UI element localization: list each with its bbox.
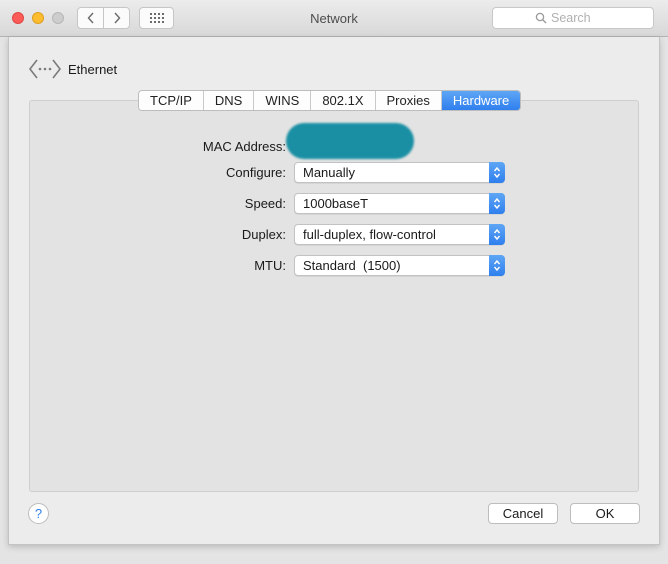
title-bar: Network — [0, 0, 668, 37]
search-input[interactable] — [551, 10, 646, 26]
search-icon — [535, 12, 547, 24]
mac-address-label: MAC Address: — [202, 139, 286, 154]
duplex-label: Duplex: — [241, 227, 286, 242]
speed-value: 1000baseT — [303, 196, 369, 211]
mtu-label: MTU: — [254, 258, 286, 273]
updown-arrows-icon — [489, 255, 505, 276]
interface-name: Ethernet — [68, 62, 118, 77]
mac-address-redaction — [286, 123, 414, 159]
network-sheet: Ethernet TCP/IP DNS WINS 802.1X Proxies … — [8, 37, 660, 545]
tab-wins[interactable]: WINS — [254, 91, 312, 110]
configure-label: Configure: — [226, 165, 286, 180]
help-button[interactable]: ? — [28, 503, 49, 524]
tab-dns[interactable]: DNS — [203, 91, 255, 110]
duplex-value: full-duplex, flow-control — [303, 227, 436, 242]
updown-arrows-icon — [489, 224, 505, 245]
updown-arrows-icon — [489, 162, 505, 183]
updown-arrows-icon — [489, 193, 505, 214]
tab-bar: TCP/IP DNS WINS 802.1X Proxies Hardware — [138, 90, 522, 111]
tab-hardware[interactable]: Hardware — [441, 91, 521, 110]
search-field[interactable] — [492, 7, 654, 29]
tab-tcpip[interactable]: TCP/IP — [139, 91, 204, 110]
tab-proxies[interactable]: Proxies — [375, 91, 442, 110]
mtu-value: Standard (1500) — [303, 258, 401, 273]
speed-select[interactable]: 1000baseT — [294, 193, 505, 214]
configure-select[interactable]: Manually — [294, 162, 505, 183]
configure-value: Manually — [303, 165, 356, 180]
cancel-button[interactable]: Cancel — [488, 503, 558, 524]
duplex-select[interactable]: full-duplex, flow-control — [294, 224, 505, 245]
ethernet-icon — [28, 59, 62, 79]
mtu-select[interactable]: Standard (1500) — [294, 255, 505, 276]
speed-label: Speed: — [244, 196, 286, 211]
ok-button[interactable]: OK — [570, 503, 640, 524]
tab-8021x[interactable]: 802.1X — [311, 91, 376, 110]
